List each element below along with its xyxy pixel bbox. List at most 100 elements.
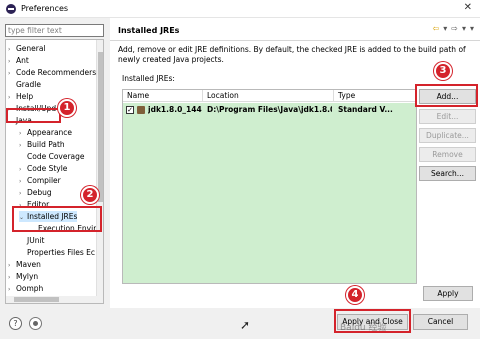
installed-jres-label: Installed JREs: [122, 74, 175, 83]
tree-item[interactable]: › Code Recommenders [8, 67, 96, 78]
tree-item-label: Maven [16, 260, 41, 269]
filter-input[interactable] [5, 24, 104, 37]
tree-item[interactable]: Gradle [8, 79, 41, 90]
divider [110, 40, 480, 41]
collapsed-arrow-icon[interactable]: › [19, 164, 27, 175]
expanded-arrow-icon[interactable]: ⌄ [19, 212, 27, 223]
tree-item[interactable]: › Appearance [19, 127, 72, 138]
jre-table: Name Location Type ✓ jdk1.8.0_144 ... D:… [122, 89, 417, 284]
tree-item-label: Debug [27, 188, 52, 197]
close-icon[interactable]: ✕ [464, 2, 472, 13]
collapsed-arrow-icon[interactable]: › [8, 44, 16, 55]
tree-item[interactable]: › Compiler [19, 175, 61, 186]
tree-item[interactable]: ⌄ Installed JREs [19, 211, 78, 223]
tree-item-label: Oomph [16, 284, 44, 293]
jre-name: jdk1.8.0_144 ... [148, 105, 203, 114]
collapsed-arrow-icon[interactable]: › [8, 104, 16, 115]
page-title: Installed JREs [118, 26, 180, 35]
table-row[interactable]: ✓ jdk1.8.0_144 ... D:\Program Files\Java… [123, 103, 416, 117]
tree-item[interactable]: › Mylyn [8, 271, 38, 282]
tree-item-label: Editor [27, 200, 50, 209]
dialog-footer: ? ➚ Apply and Close Cancel [0, 308, 480, 339]
apply-button[interactable]: Apply [423, 286, 473, 301]
search-button[interactable]: Search... [419, 166, 476, 181]
tree-item[interactable]: Code Coverage [19, 151, 85, 162]
tree-item-label: Mylyn [16, 272, 39, 281]
annotation-badge-3: 3 [434, 62, 452, 80]
tree-item-label: Ant [16, 56, 29, 65]
tree-item[interactable]: › Help [8, 91, 33, 102]
mouse-cursor-icon: ➚ [240, 318, 251, 332]
tree-item-label: Code Style [27, 164, 68, 173]
view-menu-icon[interactable]: ▾ [470, 24, 474, 33]
forward-arrow-icon[interactable]: ⇨ [451, 24, 458, 33]
tree-vertical-scrollbar[interactable] [96, 40, 103, 303]
tree-item-label: Help [16, 92, 34, 101]
annotation-badge-1: 1 [58, 99, 76, 117]
import-export-icon[interactable] [29, 317, 42, 330]
jre-library-icon [137, 106, 145, 114]
collapsed-arrow-icon[interactable]: › [19, 128, 27, 139]
collapsed-arrow-icon[interactable]: › [19, 140, 27, 151]
tree-item[interactable]: › Ant [8, 55, 29, 66]
tree-item-label: Install/Upd [16, 104, 57, 113]
tree-item[interactable]: › General [8, 43, 46, 54]
help-icon[interactable]: ? [9, 317, 22, 330]
tree-item[interactable]: › Editor [19, 199, 49, 210]
collapsed-arrow-icon[interactable]: › [8, 272, 16, 283]
tree-item[interactable]: › Oomph [8, 283, 43, 294]
left-panel: ›General›Ant›Code RecommendersGradle›Hel… [5, 24, 104, 304]
tree-item[interactable]: Execution Envir [30, 223, 96, 234]
cancel-button[interactable]: Cancel [413, 314, 468, 330]
tree-item-label: Execution Envir [38, 224, 97, 233]
add-button[interactable]: Add... [419, 89, 476, 104]
collapsed-arrow-icon[interactable]: › [19, 200, 27, 211]
forward-menu-icon[interactable]: ▾ [462, 24, 466, 33]
tree-item[interactable]: JUnit [19, 235, 44, 246]
page-description: Add, remove or edit JRE definitions. By … [118, 45, 466, 64]
window-title: Preferences [21, 4, 69, 13]
table-header: Name Location Type [123, 90, 416, 102]
tree-item[interactable]: Properties Files Ec [19, 247, 95, 258]
column-header-location[interactable]: Location [203, 90, 334, 102]
installed-jres-page: Installed JREs ⇦ ▾ ⇨ ▾ ▾ Add, remove or … [110, 18, 480, 308]
back-menu-icon[interactable]: ▾ [443, 24, 447, 33]
collapsed-arrow-icon[interactable]: › [19, 176, 27, 187]
back-arrow-icon[interactable]: ⇦ [433, 24, 440, 33]
tree-item-label: Compiler [27, 176, 61, 185]
title-bar: Preferences ✕ [0, 0, 480, 18]
tree-item[interactable]: › Code Style [19, 163, 67, 174]
collapsed-arrow-icon[interactable]: › [19, 188, 27, 199]
tree-item[interactable]: › Debug [19, 187, 52, 198]
tree-item-label: Appearance [27, 128, 73, 137]
column-header-type[interactable]: Type [334, 90, 416, 102]
jre-checkbox[interactable]: ✓ [126, 106, 134, 114]
tree-item-label: Build Path [27, 140, 65, 149]
annotation-badge-4: 4 [346, 286, 364, 304]
collapsed-arrow-icon[interactable]: › [8, 92, 16, 103]
tree-item[interactable]: › Install/Upd [8, 103, 56, 114]
tree-item-label: Gradle [16, 80, 41, 89]
tree-item-label: Java [16, 116, 32, 125]
collapsed-arrow-icon[interactable]: › [8, 260, 16, 271]
tree-item[interactable]: › Build Path [19, 139, 65, 150]
page-navigation: ⇦ ▾ ⇨ ▾ ▾ [433, 24, 474, 33]
collapsed-arrow-icon[interactable]: › [8, 284, 16, 295]
tree-item-label: Installed JREs [27, 212, 78, 221]
collapsed-arrow-icon[interactable]: › [8, 68, 16, 79]
tree-horizontal-scrollbar[interactable] [6, 296, 97, 303]
expanded-arrow-icon[interactable]: ⌄ [8, 116, 16, 127]
collapsed-arrow-icon[interactable]: › [8, 56, 16, 67]
tree-item[interactable]: › Maven [8, 259, 41, 270]
column-header-name[interactable]: Name [123, 90, 203, 102]
eclipse-icon [6, 3, 16, 14]
preferences-tree: › General › Ant › Code Recommenders Gradle › Hel… [5, 39, 104, 304]
edit-button[interactable]: Edit... [419, 109, 476, 124]
tree-item[interactable]: ⌄ Java [8, 115, 32, 126]
remove-button[interactable]: Remove [419, 147, 476, 162]
tree-item-label: Code Recommenders [16, 68, 97, 77]
watermark: Baidu 经验 [340, 323, 387, 333]
tree-item-label: Code Coverage [27, 152, 85, 161]
jre-type: Standard V... [338, 105, 393, 114]
duplicate-button[interactable]: Duplicate... [419, 128, 476, 143]
